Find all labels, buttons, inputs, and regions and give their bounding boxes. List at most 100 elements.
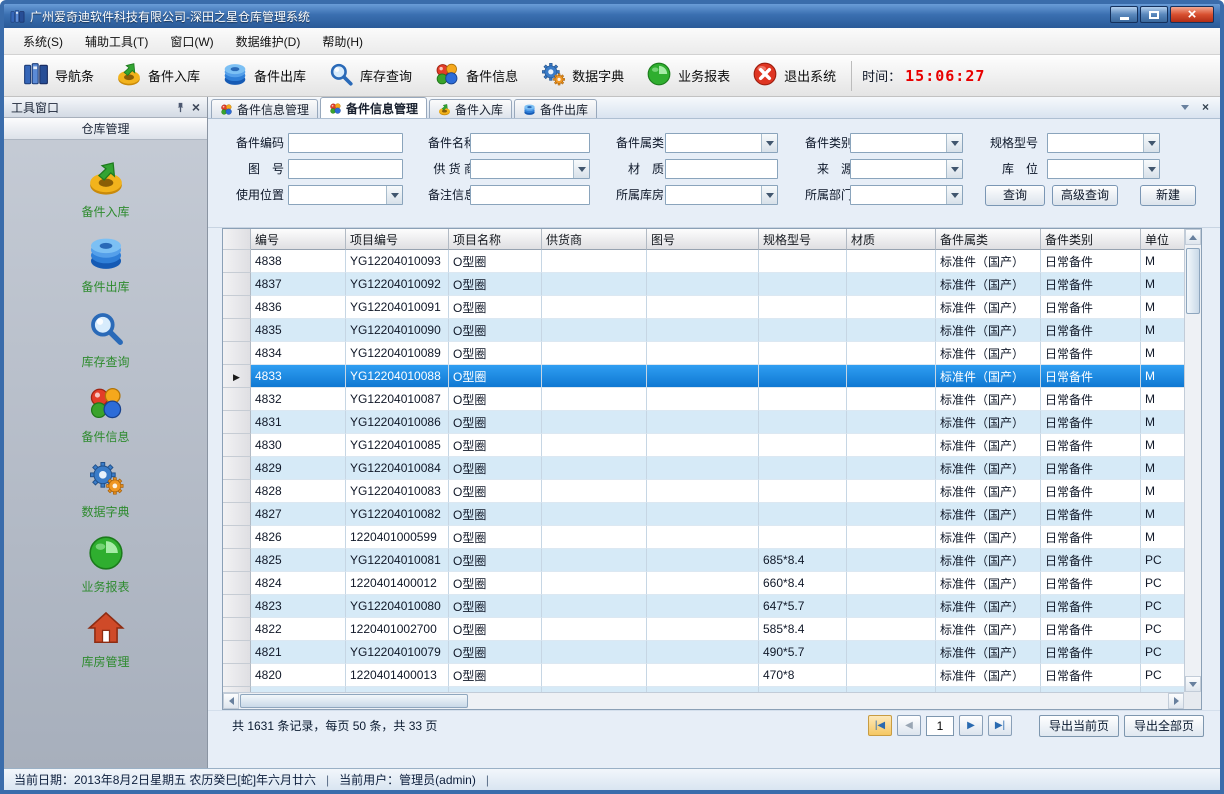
panel-close-icon[interactable]: × — [192, 100, 200, 114]
table-row[interactable]: 4823YG12204010080O型圈647*5.7标准件（国产）日常备件PC — [223, 595, 1184, 618]
table-row[interactable]: ▶4833YG12204010088O型圈标准件（国产）日常备件M — [223, 365, 1184, 388]
table-row[interactable]: 4838YG12204010093O型圈标准件（国产）日常备件M — [223, 250, 1184, 273]
chevron-down-icon[interactable] — [1143, 134, 1159, 152]
chevron-down-icon[interactable] — [761, 186, 777, 204]
toolbar-button-books[interactable]: 导航条 — [12, 57, 105, 94]
search-select-spec-model[interactable] — [1047, 133, 1160, 153]
menu-item-4[interactable]: 数据维护(D) — [225, 28, 312, 55]
table-row[interactable]: 48221220401002700O型圈585*8.4标准件（国产）日常备件PC — [223, 618, 1184, 641]
scroll-right-icon[interactable] — [1168, 693, 1184, 709]
scroll-down-icon[interactable] — [1185, 676, 1201, 692]
tab-2[interactable]: 备件信息管理 — [320, 97, 427, 118]
table-row[interactable]: 4829YG12204010084O型圈标准件（国产）日常备件M — [223, 457, 1184, 480]
column-header[interactable]: 项目编号 — [346, 229, 449, 250]
column-header[interactable]: 规格型号 — [759, 229, 847, 250]
tab-1[interactable]: 备件信息管理 — [211, 99, 318, 118]
sidebar-item-report[interactable]: 业务报表 — [31, 527, 181, 602]
next-page-button[interactable]: ▶ — [959, 715, 983, 736]
export-all-pages-button[interactable]: 导出全部页 — [1124, 715, 1204, 737]
search-select-location[interactable] — [1047, 159, 1160, 179]
search-input-part-code[interactable] — [288, 133, 403, 153]
column-header[interactable]: 备件类别 — [1041, 229, 1141, 250]
search-select-usage-position[interactable] — [288, 185, 403, 205]
menu-item-3[interactable]: 窗口(W) — [159, 28, 224, 55]
search-input-part-name[interactable] — [470, 133, 590, 153]
advanced-query-button[interactable]: 高级查询 — [1052, 185, 1118, 206]
column-header[interactable]: 备件属类 — [936, 229, 1041, 250]
chevron-down-icon[interactable] — [946, 160, 962, 178]
chevron-down-icon[interactable] — [946, 134, 962, 152]
toolbar-button-report[interactable]: 业务报表 — [635, 57, 741, 94]
table-row[interactable]: 4836YG12204010091O型圈标准件（国产）日常备件M — [223, 296, 1184, 319]
sidebar-item-dict[interactable]: 数据字典 — [31, 452, 181, 527]
scroll-up-icon[interactable] — [1185, 229, 1201, 245]
table-row[interactable]: 4827YG12204010082O型圈标准件（国产）日常备件M — [223, 503, 1184, 526]
table-row[interactable]: 4825YG12204010081O型圈685*8.4标准件（国产）日常备件PC — [223, 549, 1184, 572]
search-select-part-class[interactable] — [850, 133, 963, 153]
prev-page-button[interactable]: ◀ — [897, 715, 921, 736]
export-current-page-button[interactable]: 导出当前页 — [1039, 715, 1119, 737]
minimize-button[interactable] — [1110, 6, 1138, 23]
table-row[interactable]: 4828YG12204010083O型圈标准件（国产）日常备件M — [223, 480, 1184, 503]
menu-item-5[interactable]: 帮助(H) — [311, 28, 374, 55]
table-row[interactable]: 4821YG12204010079O型圈490*5.7标准件（国产）日常备件PC — [223, 641, 1184, 664]
table-row[interactable]: 4830YG12204010085O型圈标准件（国产）日常备件M — [223, 434, 1184, 457]
page-number-input[interactable] — [926, 716, 954, 736]
search-input-remark[interactable] — [470, 185, 590, 205]
table-row[interactable]: 4831YG12204010086O型圈标准件（国产）日常备件M — [223, 411, 1184, 434]
horizontal-scroll-thumb[interactable] — [240, 694, 468, 708]
sidebar-item-parts[interactable]: 备件信息 — [31, 377, 181, 452]
search-select-department[interactable] — [850, 185, 963, 205]
column-header[interactable]: 材质 — [847, 229, 936, 250]
table-row[interactable]: 48201220401400013O型圈470*8标准件（国产）日常备件PC — [223, 664, 1184, 687]
column-header[interactable]: 编号 — [251, 229, 346, 250]
vertical-scroll-thumb[interactable] — [1186, 248, 1200, 314]
search-input-material[interactable] — [665, 159, 778, 179]
chevron-down-icon[interactable] — [1143, 160, 1159, 178]
table-row[interactable]: 4832YG12204010087O型圈标准件（国产）日常备件M — [223, 388, 1184, 411]
sidebar-item-search[interactable]: 库存查询 — [31, 302, 181, 377]
scroll-left-icon[interactable] — [223, 693, 239, 709]
menu-item-1[interactable]: 系统(S) — [12, 28, 74, 55]
table-row[interactable]: 48261220401000599O型圈标准件（国产）日常备件M — [223, 526, 1184, 549]
table-row[interactable]: 4834YG12204010089O型圈标准件（国产）日常备件M — [223, 342, 1184, 365]
column-header[interactable]: 图号 — [647, 229, 759, 250]
toolbar-button-search[interactable]: 库存查询 — [317, 57, 423, 94]
tab-close-icon[interactable]: × — [1198, 100, 1213, 114]
toolbar-button-dict[interactable]: 数据字典 — [529, 57, 635, 94]
tab-3[interactable]: 备件入库 — [429, 99, 512, 118]
horizontal-scrollbar[interactable] — [223, 692, 1184, 709]
pin-icon[interactable] — [175, 102, 186, 113]
tab-list-chevron-down-icon[interactable] — [1177, 100, 1192, 114]
column-header[interactable]: 项目名称 — [449, 229, 542, 250]
query-button[interactable]: 查询 — [985, 185, 1045, 206]
chevron-down-icon[interactable] — [946, 186, 962, 204]
last-page-button[interactable]: ▶| — [988, 715, 1012, 736]
chevron-down-icon[interactable] — [573, 160, 589, 178]
first-page-button[interactable]: |◀ — [868, 715, 892, 736]
toolbar-button-inbound[interactable]: 备件入库 — [105, 57, 211, 94]
sidebar-item-outbound[interactable]: 备件出库 — [31, 227, 181, 302]
table-row[interactable]: 4835YG12204010090O型圈标准件（国产）日常备件M — [223, 319, 1184, 342]
search-select-part-category[interactable] — [665, 133, 778, 153]
close-button[interactable]: × — [1170, 6, 1214, 23]
table-row[interactable]: 4837YG12204010092O型圈标准件（国产）日常备件M — [223, 273, 1184, 296]
column-header[interactable]: 供货商 — [542, 229, 647, 250]
column-header[interactable]: 单位 — [1141, 229, 1184, 250]
table-row[interactable]: 48241220401400012O型圈660*8.4标准件（国产）日常备件PC — [223, 572, 1184, 595]
search-select-source[interactable] — [850, 159, 963, 179]
chevron-down-icon[interactable] — [761, 134, 777, 152]
tab-4[interactable]: 备件出库 — [514, 99, 597, 118]
toolbar-button-outbound[interactable]: 备件出库 — [211, 57, 317, 94]
menu-item-2[interactable]: 辅助工具(T) — [74, 28, 159, 55]
sidebar-item-inbound[interactable]: 备件入库 — [31, 152, 181, 227]
maximize-button[interactable] — [1140, 6, 1168, 23]
search-select-supplier[interactable] — [470, 159, 590, 179]
new-button[interactable]: 新建 — [1140, 185, 1196, 206]
vertical-scrollbar[interactable] — [1184, 229, 1201, 692]
toolbar-button-exit[interactable]: 退出系统 — [741, 57, 847, 94]
chevron-down-icon[interactable] — [386, 186, 402, 204]
toolbar-button-parts[interactable]: 备件信息 — [423, 57, 529, 94]
sidebar-item-house[interactable]: 库房管理 — [31, 602, 181, 677]
search-input-drawing-no[interactable] — [288, 159, 403, 179]
